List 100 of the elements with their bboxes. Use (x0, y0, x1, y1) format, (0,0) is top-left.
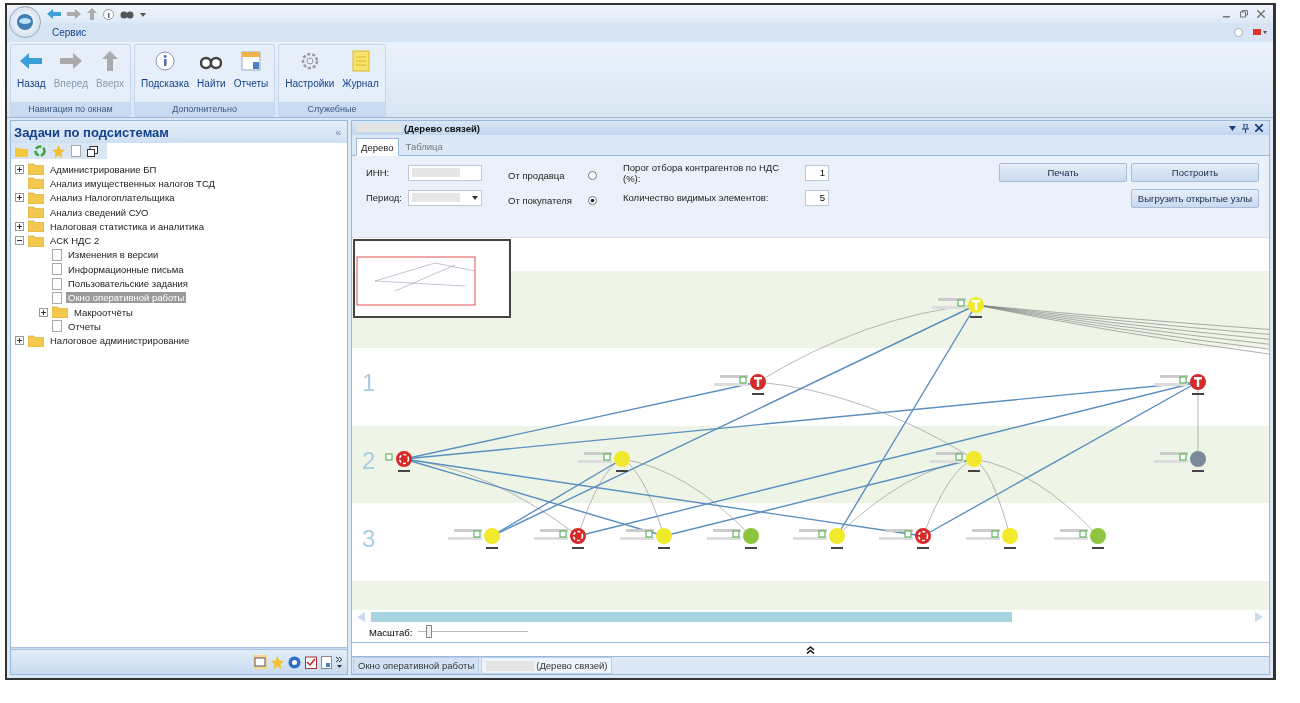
chevron-icon[interactable] (336, 655, 343, 669)
report-icon (240, 50, 261, 72)
graph-node[interactable] (879, 528, 931, 549)
folder-icon (28, 191, 44, 204)
tree-item[interactable]: АСК НДС 2 (48, 235, 102, 247)
graph-node[interactable] (793, 528, 845, 549)
minimap[interactable] (353, 239, 511, 318)
help-icon[interactable] (288, 655, 301, 669)
graph-node[interactable] (714, 374, 766, 395)
ribbon-button[interactable]: Журнал (338, 47, 383, 102)
ribbon-group-label: Служебные (279, 102, 385, 116)
window-icon[interactable] (253, 655, 267, 669)
binoculars-icon[interactable] (120, 9, 134, 19)
close-icon[interactable] (1257, 10, 1265, 18)
document-title: (Дерево связей) (404, 122, 480, 134)
ribbon-button[interactable]: Настройки (281, 47, 339, 102)
caret-icon[interactable] (1229, 125, 1236, 131)
radio-button[interactable] (588, 171, 597, 180)
tree-item[interactable]: Информационные письма (66, 263, 186, 275)
graph-node[interactable] (966, 528, 1018, 549)
graph-node[interactable] (620, 528, 672, 549)
print-button[interactable]: Печать (999, 163, 1127, 182)
graph-node[interactable] (385, 451, 412, 472)
tree-item[interactable]: Анализ сведений СУО (48, 206, 151, 218)
caret-icon[interactable] (140, 11, 146, 17)
expander-icon[interactable] (15, 164, 24, 174)
star-icon[interactable] (52, 144, 65, 158)
caret-icon (472, 195, 478, 200)
forward-icon (59, 50, 82, 72)
export-button[interactable]: Выгрузить открытые узлы (1131, 189, 1259, 208)
ribbon-button[interactable]: Назад (13, 47, 50, 102)
expander-icon[interactable] (15, 221, 24, 231)
up-icon (102, 50, 118, 72)
folder-icon (28, 163, 44, 176)
tree-item[interactable]: Налоговая статистика и аналитика (48, 220, 206, 232)
flag-icon[interactable] (1253, 28, 1267, 37)
build-button[interactable]: Построить (1131, 163, 1259, 182)
menu-tab[interactable]: Сервис (52, 27, 87, 38)
document-tab[interactable]: (Дерево связей) (481, 657, 613, 674)
field-label: ИНН: (366, 167, 391, 178)
panel-title: Задачи по подсистемам (14, 124, 169, 140)
tree-item[interactable]: Анализ Налогоплательщика (48, 192, 177, 204)
graph-node[interactable] (578, 451, 630, 472)
ribbon-button[interactable]: Подсказка (136, 47, 194, 102)
ribbon-group-label: Навигация по окнам (11, 102, 130, 116)
graph-node[interactable] (1054, 528, 1106, 549)
folder-icon (28, 206, 44, 219)
expander-icon[interactable] (15, 193, 24, 203)
double-chevron-icon[interactable] (806, 645, 815, 654)
ribbon-button[interactable]: Найти (193, 47, 230, 102)
report-icon[interactable] (321, 655, 332, 669)
folder-icon (52, 306, 68, 319)
graph-node[interactable] (534, 528, 586, 549)
tree-item[interactable]: Администрирование БП (48, 163, 159, 175)
info-icon (155, 50, 175, 72)
tree-item[interactable]: Анализ имущественных налогов ТСД (48, 177, 217, 189)
tab[interactable]: Таблица (400, 138, 448, 155)
expander-icon[interactable] (15, 336, 24, 346)
settings-icon (299, 50, 320, 72)
radio-label: От покупателя (508, 195, 573, 206)
document-icon (52, 263, 62, 276)
number-field[interactable]: 1 (805, 164, 829, 181)
document-icon (52, 320, 62, 333)
expander-icon[interactable] (39, 307, 48, 317)
star-icon[interactable] (271, 655, 284, 669)
tree-item[interactable]: Макроотчёты (72, 306, 135, 318)
radio-label: От продавца (508, 170, 566, 181)
graph-node[interactable] (1154, 451, 1206, 472)
pin-icon[interactable] (1242, 123, 1249, 133)
checklist-icon[interactable] (305, 655, 317, 669)
number-field[interactable]: 5 (805, 189, 829, 206)
info-icon[interactable] (103, 8, 114, 20)
tree-item[interactable]: Налоговое администрирование (48, 335, 192, 347)
inn-field[interactable] (408, 164, 482, 181)
document-tab[interactable]: Окно оперативной работы (353, 657, 480, 674)
tree-item[interactable]: Пользовательские задания (66, 278, 190, 289)
tree-item[interactable]: Отчеты (66, 320, 103, 332)
expander-icon[interactable] (15, 236, 24, 246)
document-icon (52, 277, 62, 290)
blurred-value (356, 124, 402, 132)
folder-icon (28, 177, 44, 190)
folder-icon (28, 234, 44, 247)
notepad-icon (351, 50, 370, 72)
restore-icon[interactable] (1240, 10, 1248, 18)
windows-icon[interactable] (87, 145, 98, 157)
graph-node[interactable] (707, 528, 759, 549)
graph-node[interactable] (448, 528, 500, 549)
graph-node[interactable] (1154, 374, 1206, 395)
folder-icon (28, 220, 44, 233)
graph-node[interactable] (930, 451, 982, 472)
ribbon-button[interactable]: Отчеты (229, 47, 273, 102)
close-icon[interactable] (1255, 124, 1263, 132)
scrollbar-thumb[interactable] (371, 612, 1012, 622)
app-menu-button[interactable] (9, 6, 41, 38)
radio-button[interactable] (588, 196, 597, 205)
back-icon[interactable] (47, 9, 61, 19)
level-label: 3 (362, 525, 376, 552)
tree-item[interactable]: Изменения в версии (66, 249, 161, 261)
graph-node[interactable] (932, 297, 984, 318)
tab[interactable]: Дерево (356, 138, 399, 156)
